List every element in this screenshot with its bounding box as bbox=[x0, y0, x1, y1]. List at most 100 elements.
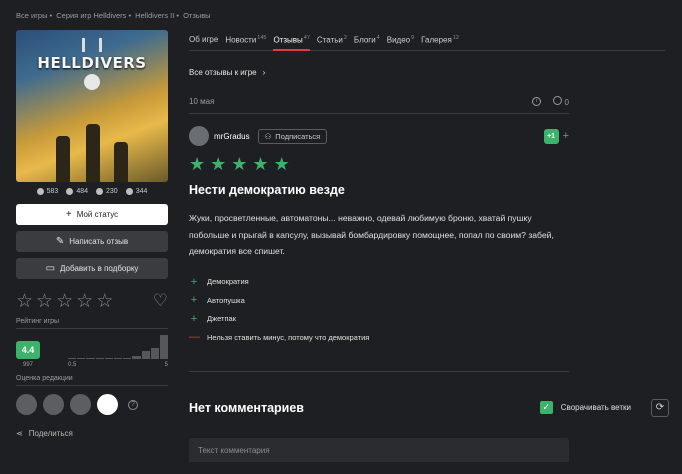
comments-counter[interactable]: 0 bbox=[553, 96, 569, 107]
share-icon: ⋖ bbox=[16, 429, 23, 438]
editors-rating-label: Оценка редакции bbox=[16, 375, 168, 386]
rating-count: 997 bbox=[22, 362, 33, 368]
tab-blogs[interactable]: Блоги4 bbox=[354, 30, 380, 50]
collapse-threads-toggle[interactable]: ✓ Сворачивать ветки bbox=[539, 401, 631, 414]
tab-count: 12 bbox=[452, 35, 459, 41]
comment-icon bbox=[553, 96, 563, 105]
editor-avatar[interactable] bbox=[97, 394, 118, 415]
review-stars: ★ ★ ★ ★ ★ bbox=[189, 155, 669, 173]
tab-about[interactable]: Об игре bbox=[189, 30, 218, 50]
histogram-bar bbox=[150, 348, 159, 359]
con-item: — Нельзя ставить минус, потому что демокр… bbox=[189, 328, 669, 347]
upvote-plus-icon[interactable]: + bbox=[563, 130, 569, 142]
stat-value: 484 bbox=[76, 188, 88, 195]
all-reviews-link[interactable]: Все отзывы к игре › bbox=[189, 68, 669, 77]
plus-icon: + bbox=[190, 312, 198, 325]
stat-played[interactable]: 583 bbox=[36, 188, 59, 195]
rate-star-2[interactable]: ☆ bbox=[36, 292, 53, 311]
rating-score: 4.4 997 bbox=[16, 341, 40, 368]
star-icon: ★ bbox=[231, 154, 248, 174]
write-review-button[interactable]: ✎ Написать отзыв bbox=[16, 231, 168, 252]
pro-item: + Автопушка bbox=[189, 291, 669, 310]
pro-text: Демократия bbox=[207, 277, 249, 287]
tab-label: Статьи bbox=[316, 35, 343, 45]
cover-soldier-figure bbox=[114, 142, 128, 182]
avatar[interactable] bbox=[189, 126, 209, 146]
stat-playing[interactable]: 484 bbox=[66, 188, 88, 195]
tab-gallery[interactable]: Галерея12 bbox=[421, 30, 459, 50]
comments-header: Нет комментариев ✓ Сворачивать ветки ⟳ bbox=[189, 398, 669, 417]
histogram-bar bbox=[113, 358, 123, 359]
breadcrumb-item-reviews[interactable]: Отзывы bbox=[183, 11, 210, 20]
tab-count: 9 bbox=[411, 35, 415, 41]
plus-one-badge[interactable]: +1 bbox=[543, 128, 559, 144]
review-date: 10 мая bbox=[189, 97, 215, 106]
review-body: Жуки, просветленные, автоматоны... неваж… bbox=[189, 213, 554, 256]
rate-star-1[interactable]: ☆ bbox=[16, 292, 33, 311]
refresh-button[interactable]: ⟳ bbox=[651, 398, 669, 417]
write-review-label: Написать отзыв bbox=[69, 237, 129, 246]
editor-avatar[interactable] bbox=[70, 394, 91, 415]
all-reviews-label: Все отзывы к игре bbox=[189, 68, 257, 77]
editor-avatar[interactable] bbox=[43, 394, 64, 415]
tab-label: Видео bbox=[386, 35, 411, 45]
cover-title: HELLDIVERS bbox=[37, 54, 147, 72]
histogram-bar bbox=[132, 356, 141, 359]
game-stats: 583 484 230 344 bbox=[16, 188, 168, 195]
tab-news[interactable]: Новости145 bbox=[225, 30, 266, 50]
gamepad-icon bbox=[66, 188, 74, 195]
my-status-button[interactable]: + Мой статус bbox=[16, 204, 168, 225]
rate-star-3[interactable]: ☆ bbox=[56, 292, 73, 311]
breadcrumb-item-all-games[interactable]: Все игры bbox=[16, 11, 48, 20]
star-icon: ★ bbox=[210, 154, 227, 174]
tab-count: 145 bbox=[257, 35, 267, 41]
tab-label: Об игре bbox=[189, 35, 219, 44]
tab-count: 4 bbox=[376, 35, 380, 41]
tab-articles[interactable]: Статьи2 bbox=[317, 30, 347, 50]
add-to-collection-button[interactable]: ▭ Добавить в подборку bbox=[16, 258, 168, 279]
share-button[interactable]: ⋖ Поделиться bbox=[16, 429, 168, 438]
divider bbox=[189, 370, 569, 372]
stat-completed[interactable]: 344 bbox=[125, 188, 147, 195]
editor-avatar[interactable] bbox=[16, 394, 37, 415]
minus-icon: — bbox=[189, 331, 200, 344]
author-name[interactable]: mrGradus bbox=[214, 132, 250, 141]
user-edit-icon: ✎ bbox=[55, 236, 65, 247]
game-cover-image[interactable]: HELLDIVERS bbox=[16, 30, 168, 182]
tab-reviews[interactable]: Отзывы47 bbox=[273, 30, 311, 51]
add-collection-label: Добавить в подборку bbox=[60, 264, 139, 273]
game-rating-label: Рейтинг игры bbox=[16, 318, 168, 329]
comments-count: 0 bbox=[564, 98, 569, 107]
user-plus-icon: ⚇ bbox=[264, 131, 272, 141]
cover-soldier-figure bbox=[86, 124, 100, 182]
histogram-bar bbox=[159, 335, 169, 359]
user-rating-stars: ☆ ☆ ☆ ☆ ☆ ♡ bbox=[16, 291, 168, 311]
comment-input[interactable]: Текст комментария bbox=[189, 437, 569, 462]
tab-count: 2 bbox=[343, 35, 347, 41]
subscribe-button[interactable]: ⚇ Подписаться bbox=[257, 128, 328, 144]
rate-star-5[interactable]: ☆ bbox=[96, 292, 113, 311]
chevron-right-icon: › bbox=[262, 68, 266, 77]
tab-count: 47 bbox=[303, 35, 310, 41]
rate-star-4[interactable]: ☆ bbox=[76, 292, 93, 311]
histogram-bar bbox=[123, 358, 132, 359]
tab-video[interactable]: Видео9 bbox=[387, 30, 414, 50]
breadcrumb-item-game[interactable]: Helldivers II bbox=[135, 11, 174, 20]
info-icon[interactable]: i bbox=[532, 97, 542, 106]
plus-icon: + bbox=[65, 209, 72, 220]
breadcrumb-item-series[interactable]: Серия игр Helldivers bbox=[56, 11, 126, 20]
pro-item: + Демократия bbox=[189, 273, 669, 292]
stat-value: 583 bbox=[46, 188, 59, 195]
flag-icon bbox=[125, 188, 133, 195]
histogram-bar bbox=[68, 358, 77, 359]
star-icon: ★ bbox=[252, 154, 269, 174]
rating-histogram: 0.5 5 bbox=[68, 334, 169, 368]
collapse-threads-label: Сворачивать ветки bbox=[560, 403, 631, 412]
stat-wishlist[interactable]: 230 bbox=[96, 188, 118, 195]
heart-icon[interactable]: ♡ bbox=[153, 291, 168, 311]
checkbox-checked-icon[interactable]: ✓ bbox=[539, 401, 553, 414]
review-author: mrGradus ⚇ Подписаться +1 + bbox=[189, 126, 569, 146]
plus-icon: + bbox=[190, 275, 198, 288]
help-icon[interactable]: ? bbox=[128, 399, 138, 410]
histogram-axis-min: 0.5 bbox=[68, 362, 77, 368]
